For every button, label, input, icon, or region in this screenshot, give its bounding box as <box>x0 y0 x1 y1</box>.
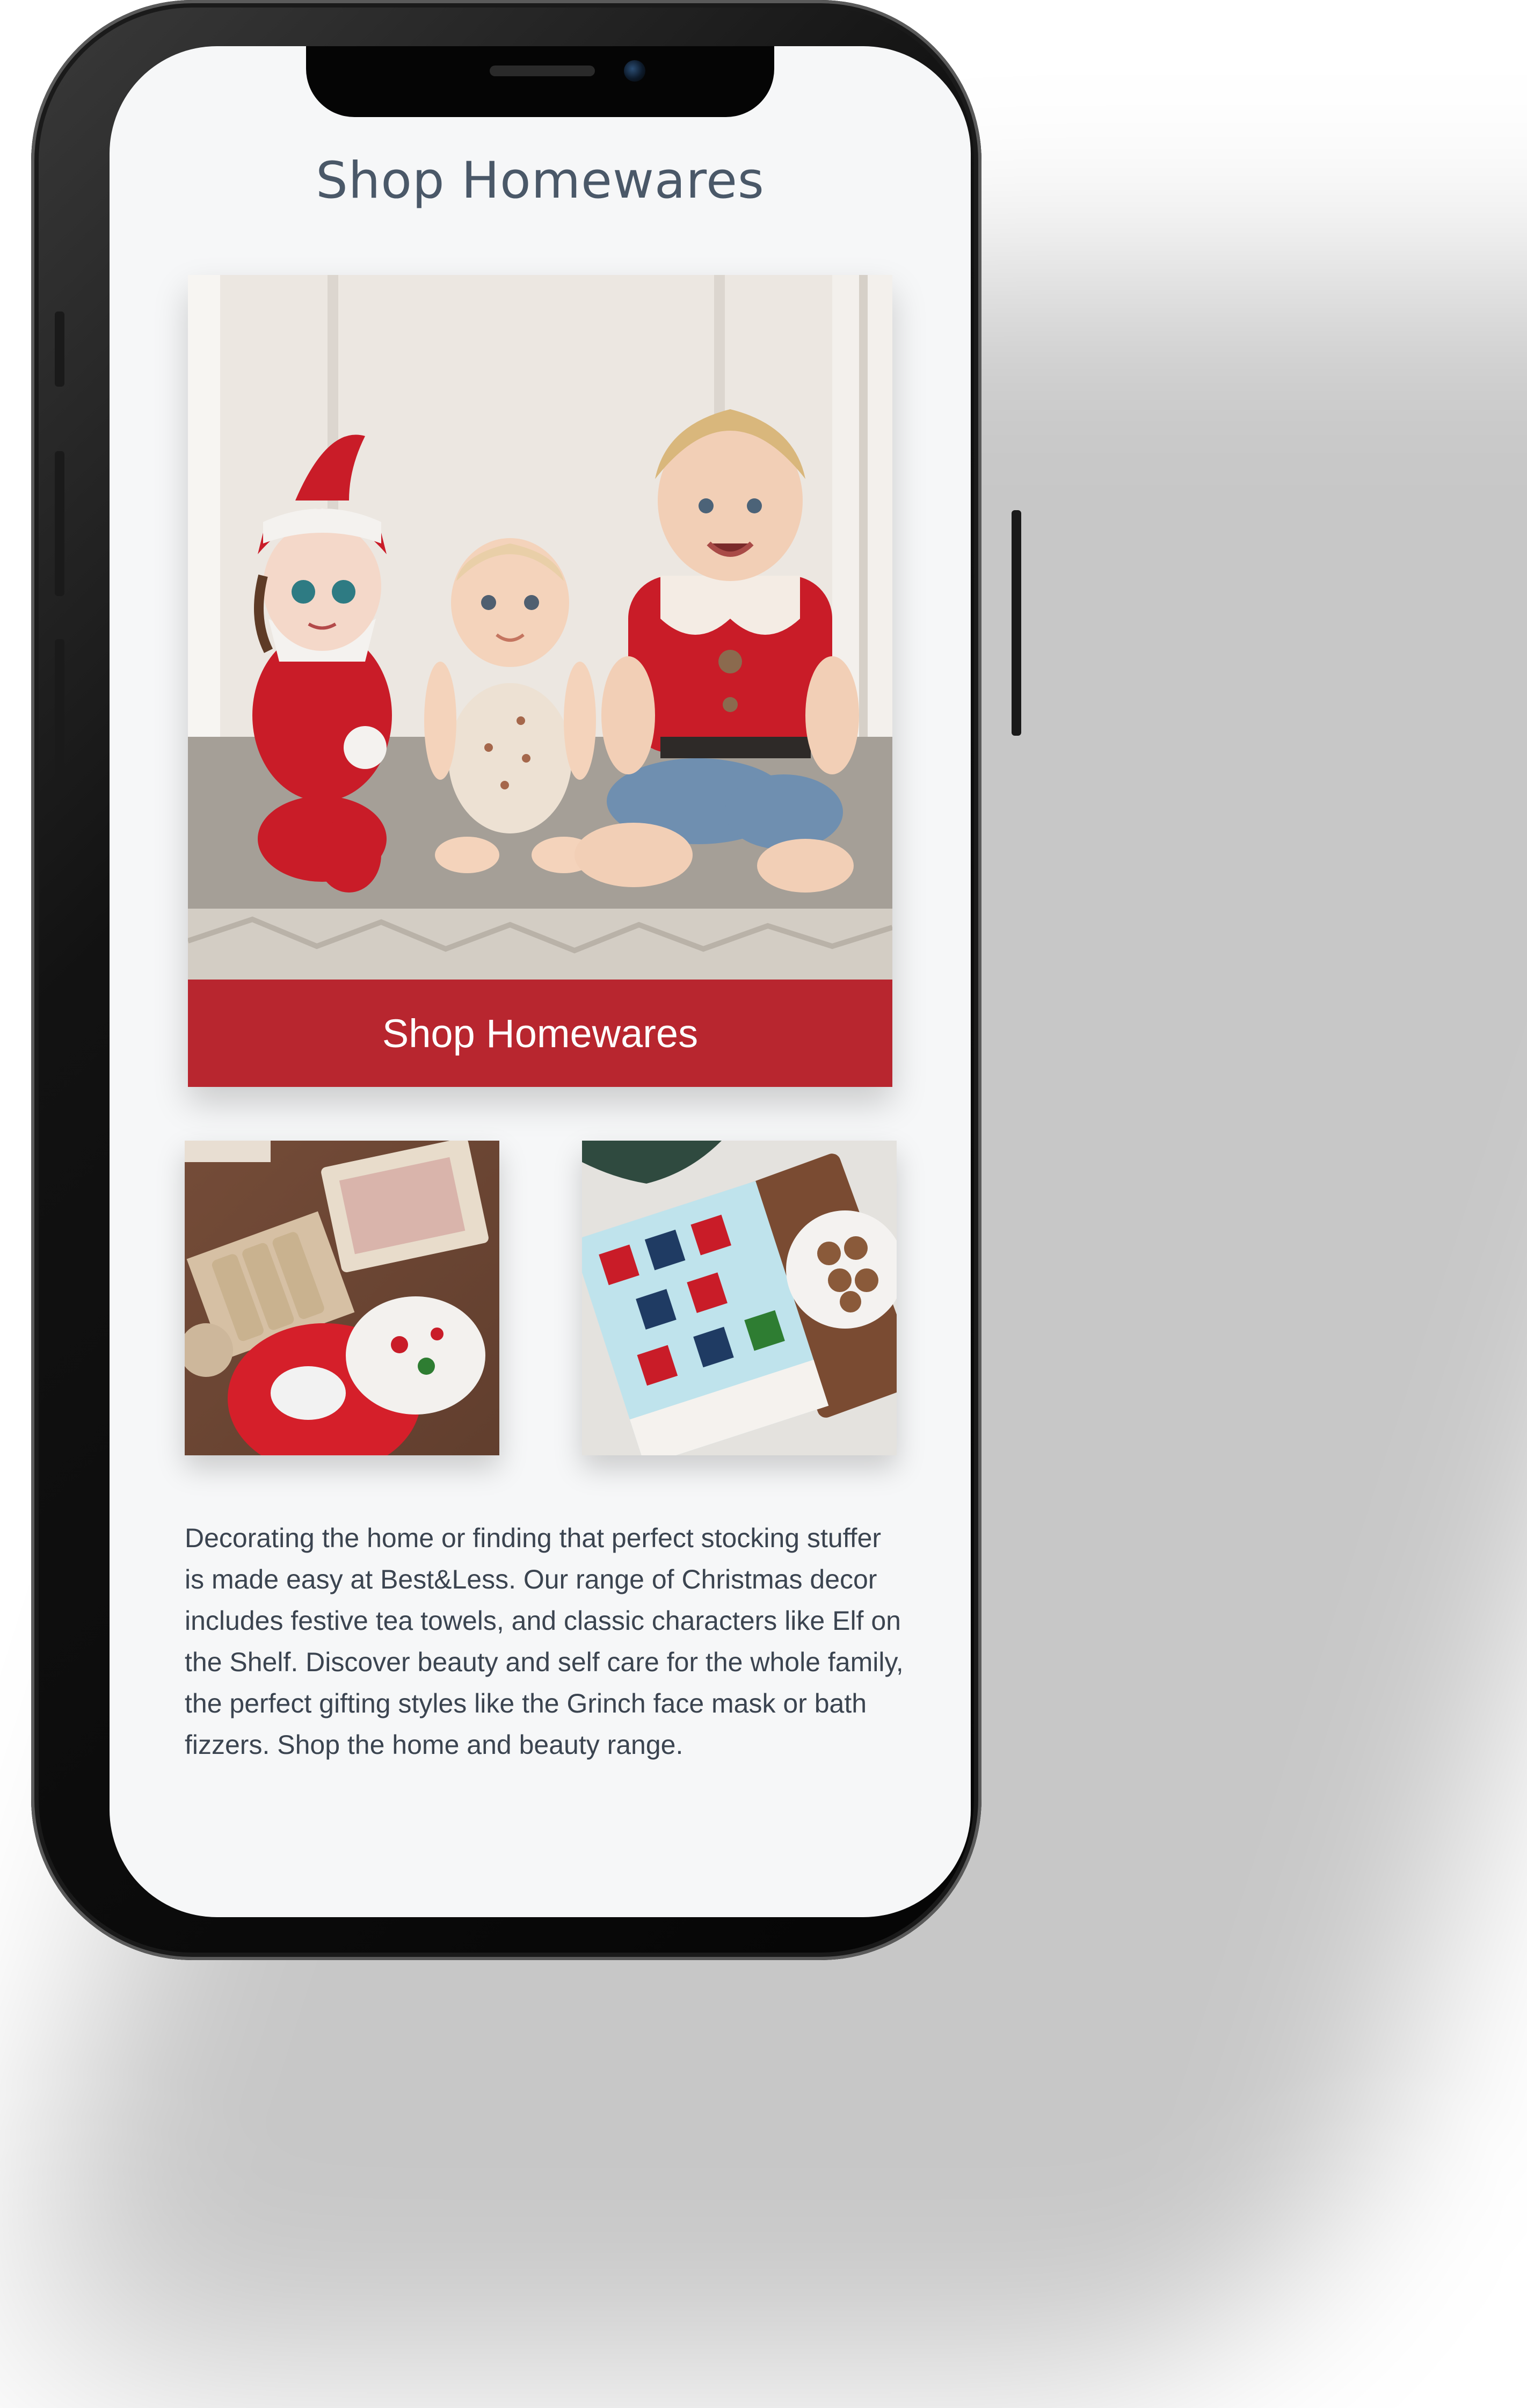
hero-photo-illustration <box>188 275 892 980</box>
earpiece-speaker-icon <box>490 66 595 76</box>
mute-switch <box>55 311 64 387</box>
page-title: Shop Homewares <box>316 151 765 210</box>
notch <box>306 46 774 117</box>
gift-products-image[interactable] <box>185 1141 499 1455</box>
hero-card[interactable]: Shop Homewares <box>188 275 892 1087</box>
front-camera-icon <box>624 60 645 82</box>
gift-products-illustration <box>185 1141 499 1455</box>
volume-down-button <box>55 639 64 784</box>
shop-homewares-button[interactable]: Shop Homewares <box>188 980 892 1087</box>
hero-image[interactable] <box>188 275 892 980</box>
tea-towel-illustration <box>582 1141 897 1455</box>
tea-towel-image[interactable] <box>582 1141 897 1455</box>
volume-up-button <box>55 451 64 596</box>
power-button <box>1012 510 1021 736</box>
phone-frame: Shop Homewares Shop Homewares Decorating… <box>31 0 1021 1960</box>
description-text: Decorating the home or finding that perf… <box>185 1523 904 1760</box>
phone-screen: Shop Homewares Shop Homewares Decorating… <box>110 46 971 1917</box>
